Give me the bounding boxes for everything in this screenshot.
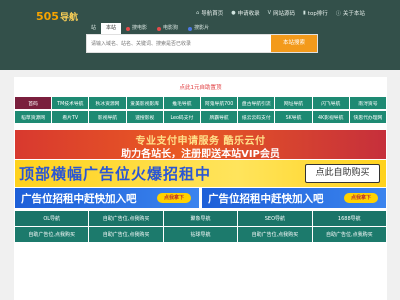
text-link[interactable]: 自助广告位,点我购买 <box>89 211 163 226</box>
tab-this-site[interactable]: 本站 <box>101 23 122 34</box>
nav-source[interactable]: V 网站源码 <box>268 9 295 17</box>
header: 505 导航 ⌂ 导航首页 ● 申请收录 V 网站源码 ▮ top排行 ⓘ 关于本站 站 … <box>0 0 400 70</box>
link-table-row-1: OL导航 自助广告位,点我购买 聚象导航 SEO导航 1688导航 <box>15 211 386 226</box>
site-link[interactable]: 秋冰资源网 <box>89 97 126 109</box>
site-logo[interactable]: 505 导航 <box>36 9 78 23</box>
site-link[interactable]: 稻草资源网 <box>15 111 52 123</box>
search-input[interactable] <box>91 35 271 52</box>
chart-icon: ▮ <box>303 10 306 16</box>
tab-movie-search[interactable]: 搜电影 <box>121 23 152 34</box>
site-link[interactable]: 爱美影视影库 <box>126 97 163 109</box>
ad-banner-right[interactable]: 广告位招租中赶快加入吧 点我拿下 <box>202 188 386 208</box>
text-link[interactable]: 自助广告位,点我购买 <box>89 227 163 242</box>
banner-text: 顶部横幅广告位火爆招租中 <box>19 165 212 183</box>
site-grid-row-2: 稻草资源网 看片TV 影视导航 速搜影视 Leo码支付 牌霸导航 纸云云码支付 SK导航 4K影… <box>15 111 386 123</box>
text-link[interactable]: SEO导航 <box>238 211 312 226</box>
text-link[interactable]: 聚象导航 <box>163 211 238 226</box>
nav-submit[interactable]: ● 申请收录 <box>231 9 259 17</box>
red-dot-icon <box>157 26 162 31</box>
site-link[interactable]: 闪飞导航 <box>312 97 349 109</box>
site-link[interactable]: TM技术导航 <box>52 97 89 109</box>
search-box: 本站搜索 <box>86 34 318 53</box>
site-link[interactable]: 看片TV <box>52 111 89 123</box>
tab-movie-dog[interactable]: 电影狗 <box>152 23 183 34</box>
logo-mark: 505 <box>36 9 59 23</box>
home-icon: ⌂ <box>196 10 200 16</box>
promo-link[interactable]: 点此1元自助置顶 <box>14 83 387 91</box>
top-ad-banner[interactable]: 顶部横幅广告位火爆招租中 点此自助购买 <box>15 160 386 187</box>
site-link[interactable]: 盘古导航引流 <box>238 97 275 109</box>
site-link[interactable]: 网址导航 <box>275 97 312 109</box>
text-link[interactable]: 自助广告位,点我购买 <box>238 227 312 242</box>
ad-text: 广告位招租中赶快加入吧 <box>21 193 137 205</box>
site-link[interactable]: 4K影视导航 <box>312 111 349 123</box>
text-link[interactable]: 自助广告位,点我购买 <box>15 227 89 242</box>
ad-banner-left[interactable]: 广告位招租中赶快加入吧 点我拿下 <box>15 188 199 208</box>
ad-banner-pair: 广告位招租中赶快加入吧 点我拿下 广告位招租中赶快加入吧 点我拿下 <box>15 188 386 208</box>
tab-site[interactable]: 站 <box>86 23 101 34</box>
nav-top[interactable]: ▮ top排行 <box>303 9 328 17</box>
site-link[interactable]: 首码 <box>15 97 52 109</box>
site-link[interactable]: 阿鬼导航700 <box>201 97 238 109</box>
text-link[interactable]: 自助广告位,点我购买 <box>312 227 386 242</box>
site-link[interactable]: 快思代办理网 <box>349 111 386 123</box>
code-icon: V <box>267 10 272 16</box>
payment-banner[interactable]: 专业支付申请服务 酷乐云付 助力各站长，注册即送本站VIP会员 <box>15 130 386 159</box>
search-button[interactable]: 本站搜索 <box>271 35 317 52</box>
site-link[interactable]: 牌霸导航 <box>201 111 238 123</box>
site-link[interactable]: 南浔资号 <box>349 97 386 109</box>
search-tabs: 站 本站 搜电影 电影狗 搜影片 <box>86 23 214 34</box>
nav-home[interactable]: ⌂ 导航首页 <box>196 9 223 17</box>
site-link[interactable]: Leo码支付 <box>163 111 200 123</box>
site-grid-row-1: 首码 TM技术导航 秋冰资源网 爱美影视影库 推毛导航 阿鬼导航700 盘古导航引流 网址导航… <box>15 97 386 109</box>
text-link[interactable]: OL导航 <box>15 211 89 226</box>
tab-film-search[interactable]: 搜影片 <box>183 23 214 34</box>
link-table-row-2: 自助广告位,点我购买 自助广告位,点我购买 钻球导航 自助广告位,点我购买 自助广告位,… <box>15 227 386 242</box>
self-buy-button[interactable]: 点此自助购买 <box>305 164 380 183</box>
text-link[interactable]: 钻球导航 <box>163 227 238 242</box>
text-link[interactable]: 1688导航 <box>312 211 386 226</box>
nav-about[interactable]: ⓘ 关于本站 <box>335 9 365 18</box>
blue-dot-icon <box>188 26 193 31</box>
site-link[interactable]: 纸云云码支付 <box>238 111 275 123</box>
logo-suffix: 导航 <box>59 12 78 23</box>
site-link[interactable]: SK导航 <box>275 111 312 123</box>
red-dot-icon <box>126 26 131 31</box>
ad-text: 广告位招租中赶快加入吧 <box>208 193 324 205</box>
main-card: 点此1元自助置顶 首码 TM技术导航 秋冰资源网 爱美影视影库 推毛导航 阿鬼导航700 盘… <box>14 77 387 300</box>
site-link[interactable]: 影视导航 <box>89 111 126 123</box>
grab-button[interactable]: 点我拿下 <box>157 193 191 203</box>
grab-button[interactable]: 点我拿下 <box>344 193 378 203</box>
top-nav: ⌂ 导航首页 ● 申请收录 V 网站源码 ▮ top排行 ⓘ 关于本站 <box>196 9 365 17</box>
info-icon: ⓘ <box>335 10 341 17</box>
pin-icon: ● <box>231 10 236 16</box>
banner-subline: 助力各站长，注册即送本站VIP会员 <box>121 149 280 159</box>
site-link[interactable]: 推毛导航 <box>163 97 200 109</box>
site-link[interactable]: 速搜影视 <box>126 111 163 123</box>
